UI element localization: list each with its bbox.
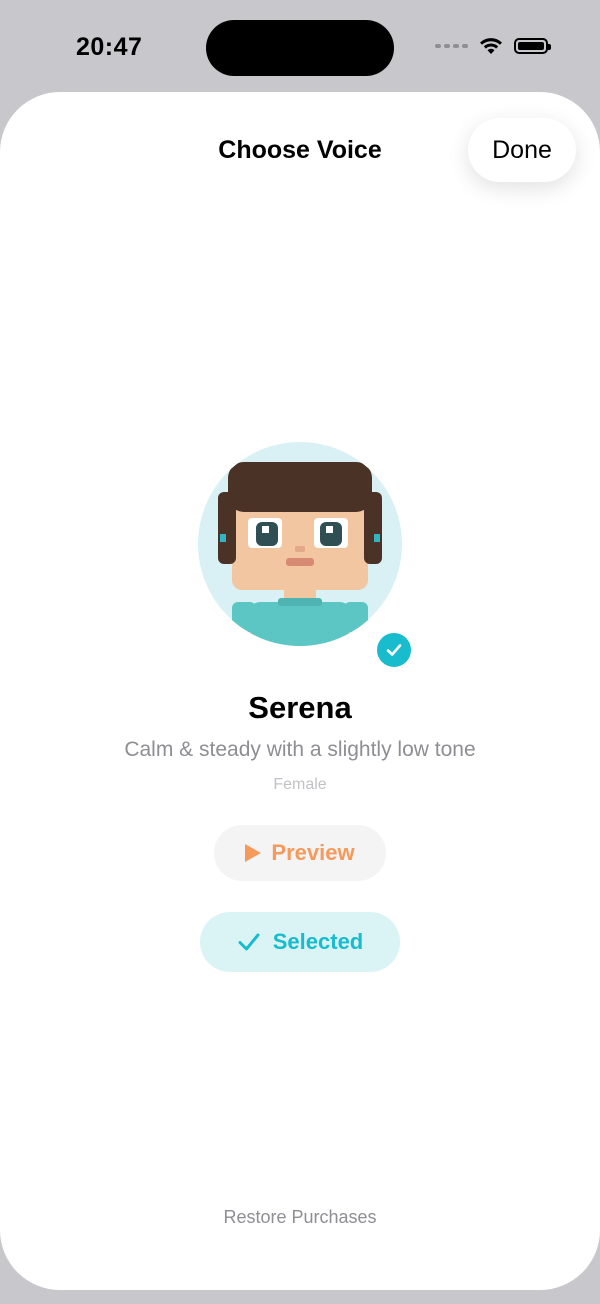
restore-purchases-link[interactable]: Restore Purchases bbox=[0, 1207, 600, 1228]
checkmark-circle-icon bbox=[374, 630, 414, 670]
selected-button[interactable]: Selected bbox=[200, 912, 400, 972]
voice-gender: Female bbox=[273, 776, 327, 793]
status-bar: 20:47 bbox=[0, 0, 600, 92]
wifi-icon bbox=[480, 38, 502, 54]
status-icons bbox=[435, 36, 551, 56]
selected-label: Selected bbox=[272, 929, 364, 954]
cellular-signal-icon bbox=[435, 44, 468, 48]
voice-avatar-container bbox=[198, 442, 414, 670]
voice-description: Calm & steady with a slightly low tone bbox=[124, 738, 476, 761]
status-time: 20:47 bbox=[76, 33, 143, 61]
preview-label: Preview bbox=[271, 840, 355, 865]
battery-icon bbox=[514, 38, 551, 54]
choose-voice-sheet: Choose Voice Done Serena Calm & steady w… bbox=[0, 92, 600, 1290]
preview-button[interactable]: Preview bbox=[214, 825, 386, 881]
pixel-character-avatar bbox=[218, 462, 382, 646]
play-icon bbox=[245, 844, 262, 862]
voice-name: Serena bbox=[248, 690, 352, 725]
dynamic-island bbox=[206, 20, 394, 76]
avatar bbox=[198, 442, 402, 646]
checkmark-icon bbox=[238, 933, 260, 951]
done-button[interactable]: Done bbox=[468, 118, 576, 182]
